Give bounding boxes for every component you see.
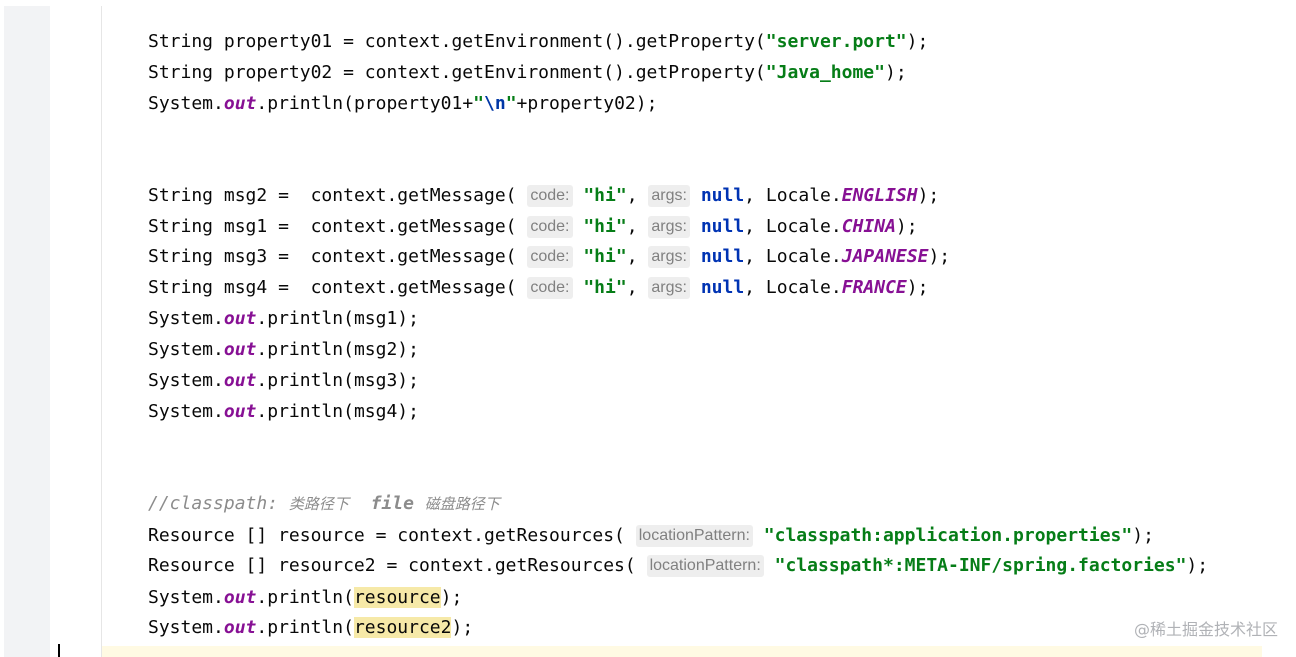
code-line-9[interactable]: System.out.println(msg2); — [148, 338, 419, 362]
usage-highlight: resource — [353, 587, 441, 608]
code-comment[interactable]: //classpath: 类路径下 file 磁盘路径下 — [148, 492, 500, 516]
text-caret — [58, 644, 60, 657]
code-line-15[interactable]: System.out.println(resource2); — [148, 616, 473, 640]
param-hint-args: args: — [648, 246, 690, 268]
code-line-2[interactable]: String property02 = context.getEnvironme… — [148, 61, 907, 85]
param-hint-location-pattern: locationPattern: — [646, 555, 764, 577]
code-line-8[interactable]: System.out.println(msg1); — [148, 307, 419, 331]
code-line-1[interactable]: String property01 = context.getEnvironme… — [148, 30, 928, 54]
code-line-13[interactable]: Resource [] resource2 = context.getResou… — [148, 554, 1208, 578]
indent-guide — [101, 6, 102, 657]
code-line-10[interactable]: System.out.println(msg3); — [148, 369, 419, 393]
param-hint-args: args: — [648, 216, 690, 238]
usage-highlight: resource2 — [353, 617, 452, 638]
param-hint-args: args: — [648, 185, 690, 207]
param-hint-code: code: — [527, 185, 573, 207]
code-line-4[interactable]: String msg2 = context.getMessage( code: … — [148, 184, 939, 208]
param-hint-code: code: — [527, 216, 573, 238]
code-line-14[interactable]: System.out.println(resource); — [148, 586, 462, 610]
watermark: @稀土掘金技术社区 — [1133, 620, 1278, 639]
param-hint-location-pattern: locationPattern: — [635, 525, 753, 547]
code-line-5[interactable]: String msg1 = context.getMessage( code: … — [148, 215, 918, 239]
line-number-gutter[interactable] — [4, 6, 50, 657]
param-hint-code: code: — [527, 246, 573, 268]
code-line-11[interactable]: System.out.println(msg4); — [148, 400, 419, 424]
param-hint-code: code: — [527, 277, 573, 299]
param-hint-args: args: — [648, 277, 690, 299]
code-line-3[interactable]: System.out.println(property01+"\n"+prope… — [148, 92, 657, 116]
code-line-6[interactable]: String msg3 = context.getMessage( code: … — [148, 245, 950, 269]
code-line-12[interactable]: Resource [] resource = context.getResour… — [148, 524, 1154, 548]
code-line-7[interactable]: String msg4 = context.getMessage( code: … — [148, 276, 928, 300]
current-line-highlight — [102, 646, 1262, 657]
